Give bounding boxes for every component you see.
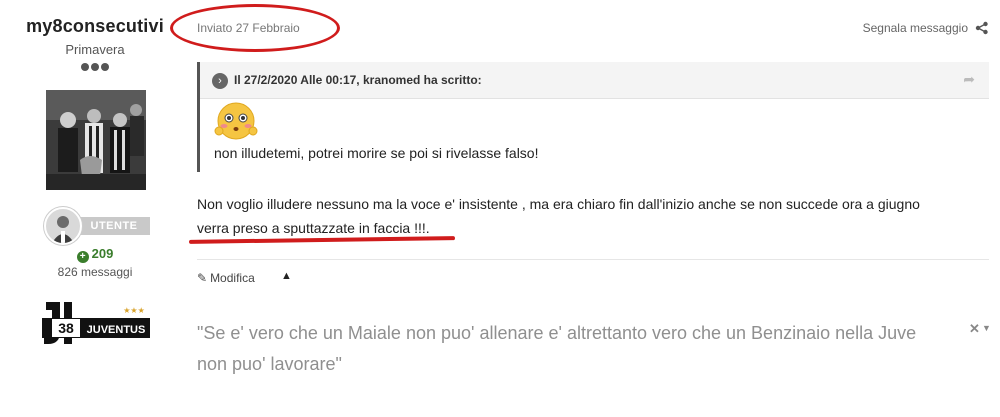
user-rank-icon <box>44 207 82 245</box>
chevron-down-icon[interactable]: › <box>212 73 228 89</box>
share-icon[interactable] <box>975 21 989 35</box>
juve-stars: ★★★ <box>123 306 145 315</box>
edit-label: Modifica <box>210 271 255 285</box>
report-link[interactable]: Segnala messaggio <box>863 21 968 35</box>
post-count: 826 messaggi <box>57 265 133 279</box>
rank-pips-icon <box>80 63 110 73</box>
post-body-line: Non voglio illudere nessuno ma la voce e… <box>197 196 920 212</box>
reputation-value: 209 <box>91 246 114 261</box>
juventus-38-logo: 38 JUVENTUS ★★★ <box>42 300 150 346</box>
author-name[interactable]: my8consecutivi <box>0 16 190 37</box>
member-badge: UTENTE <box>44 207 150 245</box>
juve-text: JUVENTUS <box>87 324 146 336</box>
quote-header[interactable]: › Il 27/2/2020 Alle 00:17, kranomed ha s… <box>200 62 989 99</box>
collapse-toggle[interactable]: ▲ <box>281 270 292 282</box>
signature-line: non puo' lavorare" <box>197 354 342 374</box>
caret-down-icon[interactable]: ▼ <box>982 323 991 333</box>
signature-line: "Se e' vero che un Maiale non puo' allen… <box>197 323 917 343</box>
divider <box>197 259 989 260</box>
post-body-line: verra preso a sputtazzate in faccia !!!. <box>197 220 430 236</box>
avatar[interactable] <box>46 90 146 190</box>
plus-icon: + <box>76 251 89 263</box>
edit-button[interactable]: ✎ Modifica <box>197 271 255 285</box>
flushed-emoji-icon <box>214 102 258 140</box>
author-group: Primavera <box>65 42 125 57</box>
quote-citation: Il 27/2/2020 Alle 00:17, kranomed ha scr… <box>234 73 482 87</box>
close-icon[interactable]: ✕ <box>969 321 980 337</box>
forward-icon[interactable]: ➦ <box>963 71 975 88</box>
quote-text: non illudetemi, potrei morire se poi si … <box>214 145 539 161</box>
quote-block: › Il 27/2/2020 Alle 00:17, kranomed ha s… <box>197 62 989 172</box>
author-panel: my8consecutivi Primavera UTENTE + 209 82… <box>0 0 190 417</box>
reputation: +209 <box>0 246 190 263</box>
pencil-icon: ✎ <box>197 271 208 285</box>
quote-body: non illudetemi, potrei morire se poi si … <box>200 99 989 172</box>
badge-label: UTENTE <box>78 217 150 235</box>
juve-number: 38 <box>58 320 74 336</box>
post-date[interactable]: Inviato 27 Febbraio <box>197 21 300 35</box>
annotation-underline <box>188 236 456 244</box>
